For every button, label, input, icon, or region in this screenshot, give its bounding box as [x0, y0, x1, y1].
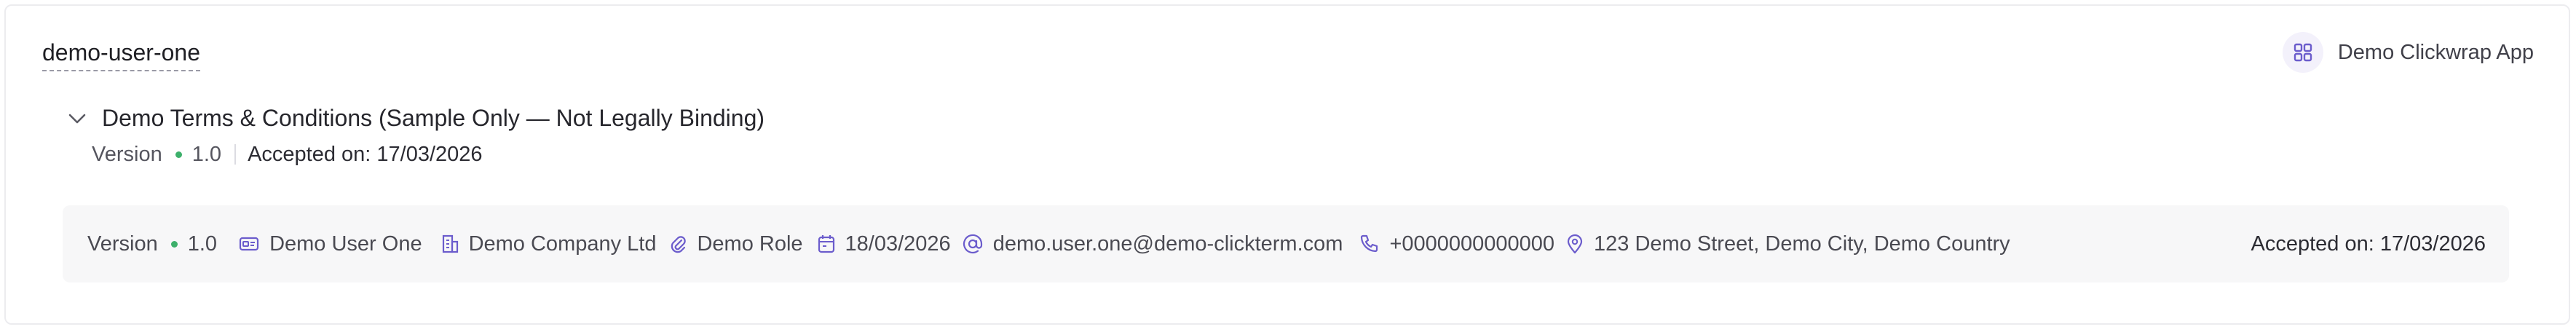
- acceptance-version: Version 1.0: [87, 232, 217, 256]
- calendar-icon: [818, 234, 835, 254]
- email: demo.user.one@demo-clickterm.com: [992, 232, 1343, 256]
- at-sign-icon: [963, 234, 983, 254]
- paperclip-icon: [669, 234, 687, 254]
- acceptance-role: Demo Role: [669, 232, 803, 256]
- role: Demo Role: [697, 232, 803, 256]
- building-icon: [441, 234, 459, 254]
- user-id-link[interactable]: demo-user-one: [42, 39, 200, 71]
- terms-title: Demo Terms & Conditions (Sample Only — N…: [102, 105, 765, 131]
- id-card-icon: [239, 235, 259, 253]
- chevron-down-icon[interactable]: [67, 108, 87, 129]
- accepted-on: Accepted on: 17/03/2026: [2251, 232, 2486, 256]
- date: 18/03/2026: [845, 232, 951, 256]
- company-name: Demo Company Ltd: [468, 232, 657, 256]
- apps-grid-icon: [2282, 32, 2323, 73]
- map-pin-icon: [1566, 234, 1584, 254]
- status-dot: [175, 151, 182, 158]
- acceptance-email: demo.user.one@demo-clickterm.com: [963, 232, 1343, 256]
- version-label: Version: [92, 142, 162, 166]
- status-dot: [170, 240, 178, 248]
- acceptance-details-row: Version 1.0 Demo User One Demo Company L…: [63, 205, 2509, 282]
- acceptance-name: Demo User One: [239, 232, 422, 256]
- version-value: 1.0: [191, 142, 222, 166]
- user-name: Demo User One: [269, 232, 422, 256]
- phone: +0000000000000: [1389, 232, 1555, 256]
- terms-meta: Version 1.0 Accepted on: 17/03/2026: [92, 141, 483, 167]
- terms-header[interactable]: Demo Terms & Conditions (Sample Only — N…: [67, 105, 764, 132]
- acceptance-phone: +0000000000000: [1359, 232, 1554, 256]
- accepted-on: Accepted on: 17/03/2026: [248, 142, 483, 166]
- phone-icon: [1359, 234, 1379, 254]
- version-value: 1.0: [187, 232, 218, 256]
- version-label: Version: [87, 232, 158, 256]
- acceptance-address: 123 Demo Street, Demo City, Demo Country: [1566, 232, 2010, 256]
- app-name: Demo Clickwrap App: [2337, 40, 2534, 64]
- acceptance-date: 18/03/2026: [818, 232, 951, 256]
- app-badge: Demo Clickwrap App: [2282, 32, 2534, 73]
- acceptance-company: Demo Company Ltd: [441, 232, 657, 256]
- address: 123 Demo Street, Demo City, Demo Country: [1594, 232, 2010, 256]
- divider: [234, 144, 237, 165]
